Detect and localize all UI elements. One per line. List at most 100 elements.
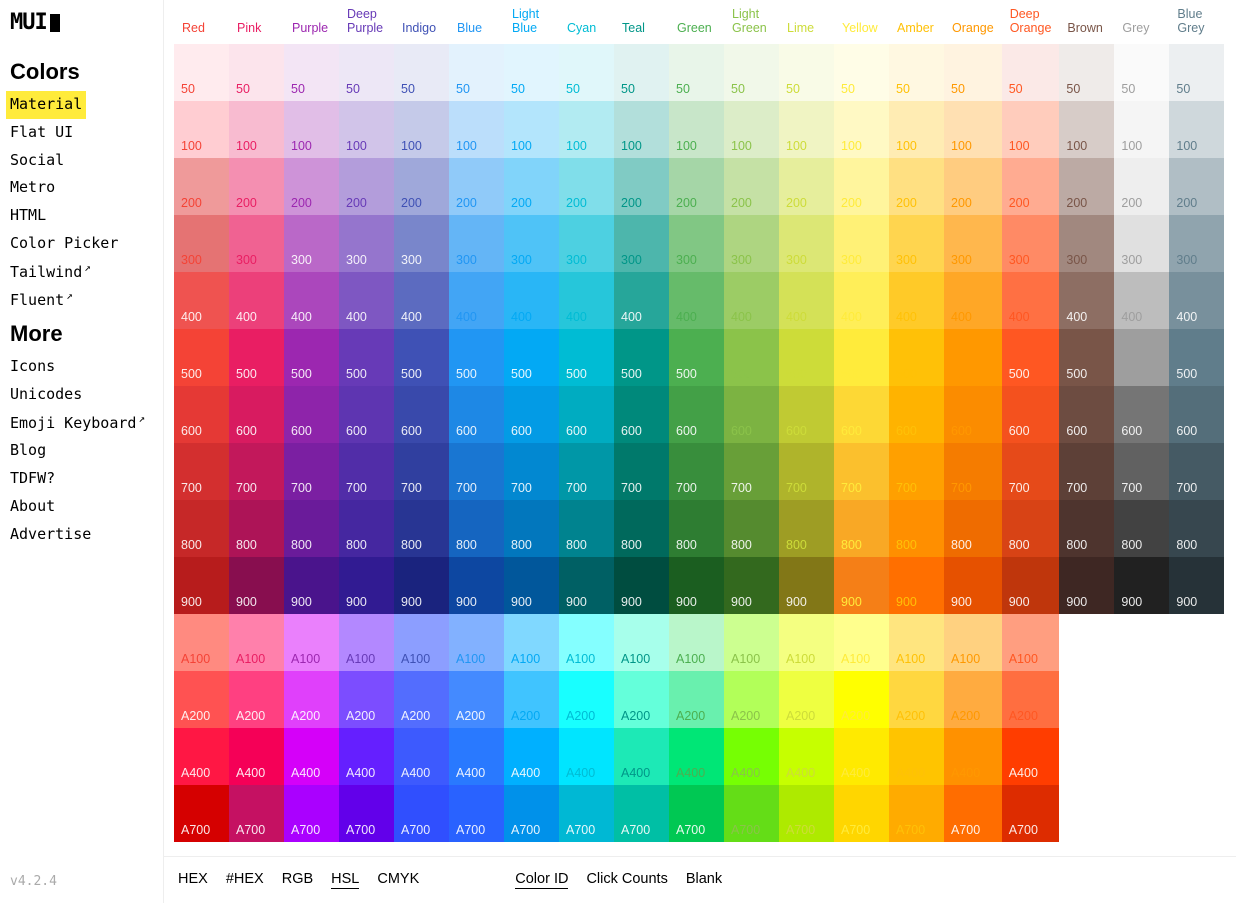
color-swatch[interactable]: 900 [559, 557, 614, 614]
color-swatch[interactable]: A200 [834, 671, 889, 728]
color-swatch[interactable]: 900 [1002, 557, 1060, 614]
color-swatch[interactable]: 800 [1059, 500, 1114, 557]
color-swatch[interactable]: 400 [394, 272, 449, 329]
color-swatch[interactable]: 100 [669, 101, 724, 158]
color-swatch[interactable]: A100 [559, 614, 614, 671]
color-swatch[interactable]: 800 [339, 500, 394, 557]
nav-item[interactable]: About [10, 493, 55, 521]
hue-header[interactable]: DeepPurple [339, 0, 394, 44]
color-swatch[interactable]: 200 [284, 158, 339, 215]
color-swatch[interactable]: 50 [724, 44, 779, 101]
color-swatch[interactable]: 300 [449, 215, 504, 272]
color-swatch[interactable]: 50 [174, 44, 229, 101]
color-swatch[interactable]: A100 [229, 614, 284, 671]
color-swatch[interactable]: 900 [449, 557, 504, 614]
color-swatch[interactable]: 700 [614, 443, 669, 500]
color-swatch[interactable]: A100 [1002, 614, 1060, 671]
color-swatch[interactable]: 600 [669, 386, 724, 443]
color-swatch[interactable]: A100 [284, 614, 339, 671]
color-swatch[interactable]: 600 [889, 386, 944, 443]
color-swatch[interactable]: 500 [944, 329, 1002, 386]
color-swatch[interactable]: A100 [174, 614, 229, 671]
color-swatch[interactable]: 700 [559, 443, 614, 500]
color-swatch[interactable]: 700 [1002, 443, 1060, 500]
color-swatch[interactable]: A200 [284, 671, 339, 728]
hue-header[interactable]: Grey [1114, 0, 1169, 44]
color-swatch[interactable]: 700 [339, 443, 394, 500]
color-swatch[interactable]: A700 [834, 785, 889, 842]
color-swatch[interactable]: 100 [284, 101, 339, 158]
color-swatch[interactable]: 300 [1002, 215, 1060, 272]
color-swatch[interactable]: 900 [229, 557, 284, 614]
color-swatch[interactable]: 700 [229, 443, 284, 500]
hue-header[interactable]: Purple [284, 0, 339, 44]
color-swatch[interactable]: 400 [229, 272, 284, 329]
color-swatch[interactable]: 800 [944, 500, 1002, 557]
color-swatch[interactable]: 300 [1169, 215, 1224, 272]
color-swatch[interactable]: 600 [174, 386, 229, 443]
color-swatch[interactable]: 500 [889, 329, 944, 386]
color-swatch[interactable]: 200 [834, 158, 889, 215]
color-swatch[interactable]: 900 [614, 557, 669, 614]
color-swatch[interactable]: 600 [449, 386, 504, 443]
color-swatch[interactable]: 400 [1059, 272, 1114, 329]
color-swatch[interactable]: A700 [724, 785, 779, 842]
color-swatch[interactable]: 500 [559, 329, 614, 386]
color-swatch[interactable]: A100 [889, 614, 944, 671]
color-swatch[interactable]: 200 [174, 158, 229, 215]
color-swatch[interactable]: 700 [944, 443, 1002, 500]
color-swatch[interactable]: 600 [944, 386, 1002, 443]
color-swatch[interactable]: 100 [889, 101, 944, 158]
color-swatch[interactable]: 600 [284, 386, 339, 443]
footer-option[interactable]: Blank [686, 871, 722, 889]
color-swatch[interactable]: A700 [614, 785, 669, 842]
color-swatch[interactable]: A100 [724, 614, 779, 671]
color-swatch[interactable]: A700 [779, 785, 834, 842]
color-swatch[interactable]: 500 [449, 329, 504, 386]
color-swatch[interactable]: 800 [724, 500, 779, 557]
color-swatch[interactable]: 100 [614, 101, 669, 158]
color-swatch[interactable]: A200 [614, 671, 669, 728]
color-swatch[interactable]: 100 [1114, 101, 1169, 158]
hue-header[interactable]: Amber [889, 0, 944, 44]
footer-option[interactable]: RGB [282, 871, 313, 889]
color-swatch[interactable]: A100 [449, 614, 504, 671]
hue-header[interactable]: Teal [614, 0, 669, 44]
nav-item[interactable]: Unicodes [10, 381, 82, 409]
color-swatch[interactable]: 500 [504, 329, 559, 386]
color-swatch[interactable]: 900 [669, 557, 724, 614]
color-swatch[interactable]: 200 [229, 158, 284, 215]
color-swatch[interactable]: 800 [834, 500, 889, 557]
color-swatch[interactable]: 200 [1114, 158, 1169, 215]
color-swatch[interactable]: 600 [834, 386, 889, 443]
color-swatch[interactable]: A700 [284, 785, 339, 842]
color-swatch[interactable]: 400 [559, 272, 614, 329]
logo[interactable]: MUI [10, 10, 153, 35]
color-swatch[interactable]: 50 [339, 44, 394, 101]
color-swatch[interactable]: A100 [669, 614, 724, 671]
footer-option[interactable]: HSL [331, 871, 359, 889]
hue-header[interactable]: DeepOrange [1002, 0, 1060, 44]
color-swatch[interactable]: A400 [174, 728, 229, 785]
color-swatch[interactable]: 600 [1169, 386, 1224, 443]
color-swatch[interactable]: 400 [614, 272, 669, 329]
color-swatch[interactable]: A400 [339, 728, 394, 785]
color-swatch[interactable]: A700 [394, 785, 449, 842]
color-swatch[interactable]: 100 [174, 101, 229, 158]
nav-item[interactable]: Material [6, 91, 86, 119]
color-swatch[interactable]: 400 [504, 272, 559, 329]
color-swatch[interactable]: A200 [1002, 671, 1060, 728]
color-swatch[interactable]: 200 [1002, 158, 1060, 215]
color-swatch[interactable]: A100 [339, 614, 394, 671]
color-swatch[interactable]: 400 [779, 272, 834, 329]
color-swatch[interactable]: 800 [394, 500, 449, 557]
color-swatch[interactable]: 300 [669, 215, 724, 272]
color-swatch[interactable]: A200 [669, 671, 724, 728]
color-swatch[interactable]: A200 [779, 671, 834, 728]
color-swatch[interactable]: 300 [1114, 215, 1169, 272]
color-swatch[interactable]: 500 [1059, 329, 1114, 386]
hue-header[interactable]: Orange [944, 0, 1002, 44]
color-swatch[interactable]: A200 [559, 671, 614, 728]
nav-item[interactable]: Advertise [10, 521, 91, 549]
color-swatch[interactable]: A700 [449, 785, 504, 842]
